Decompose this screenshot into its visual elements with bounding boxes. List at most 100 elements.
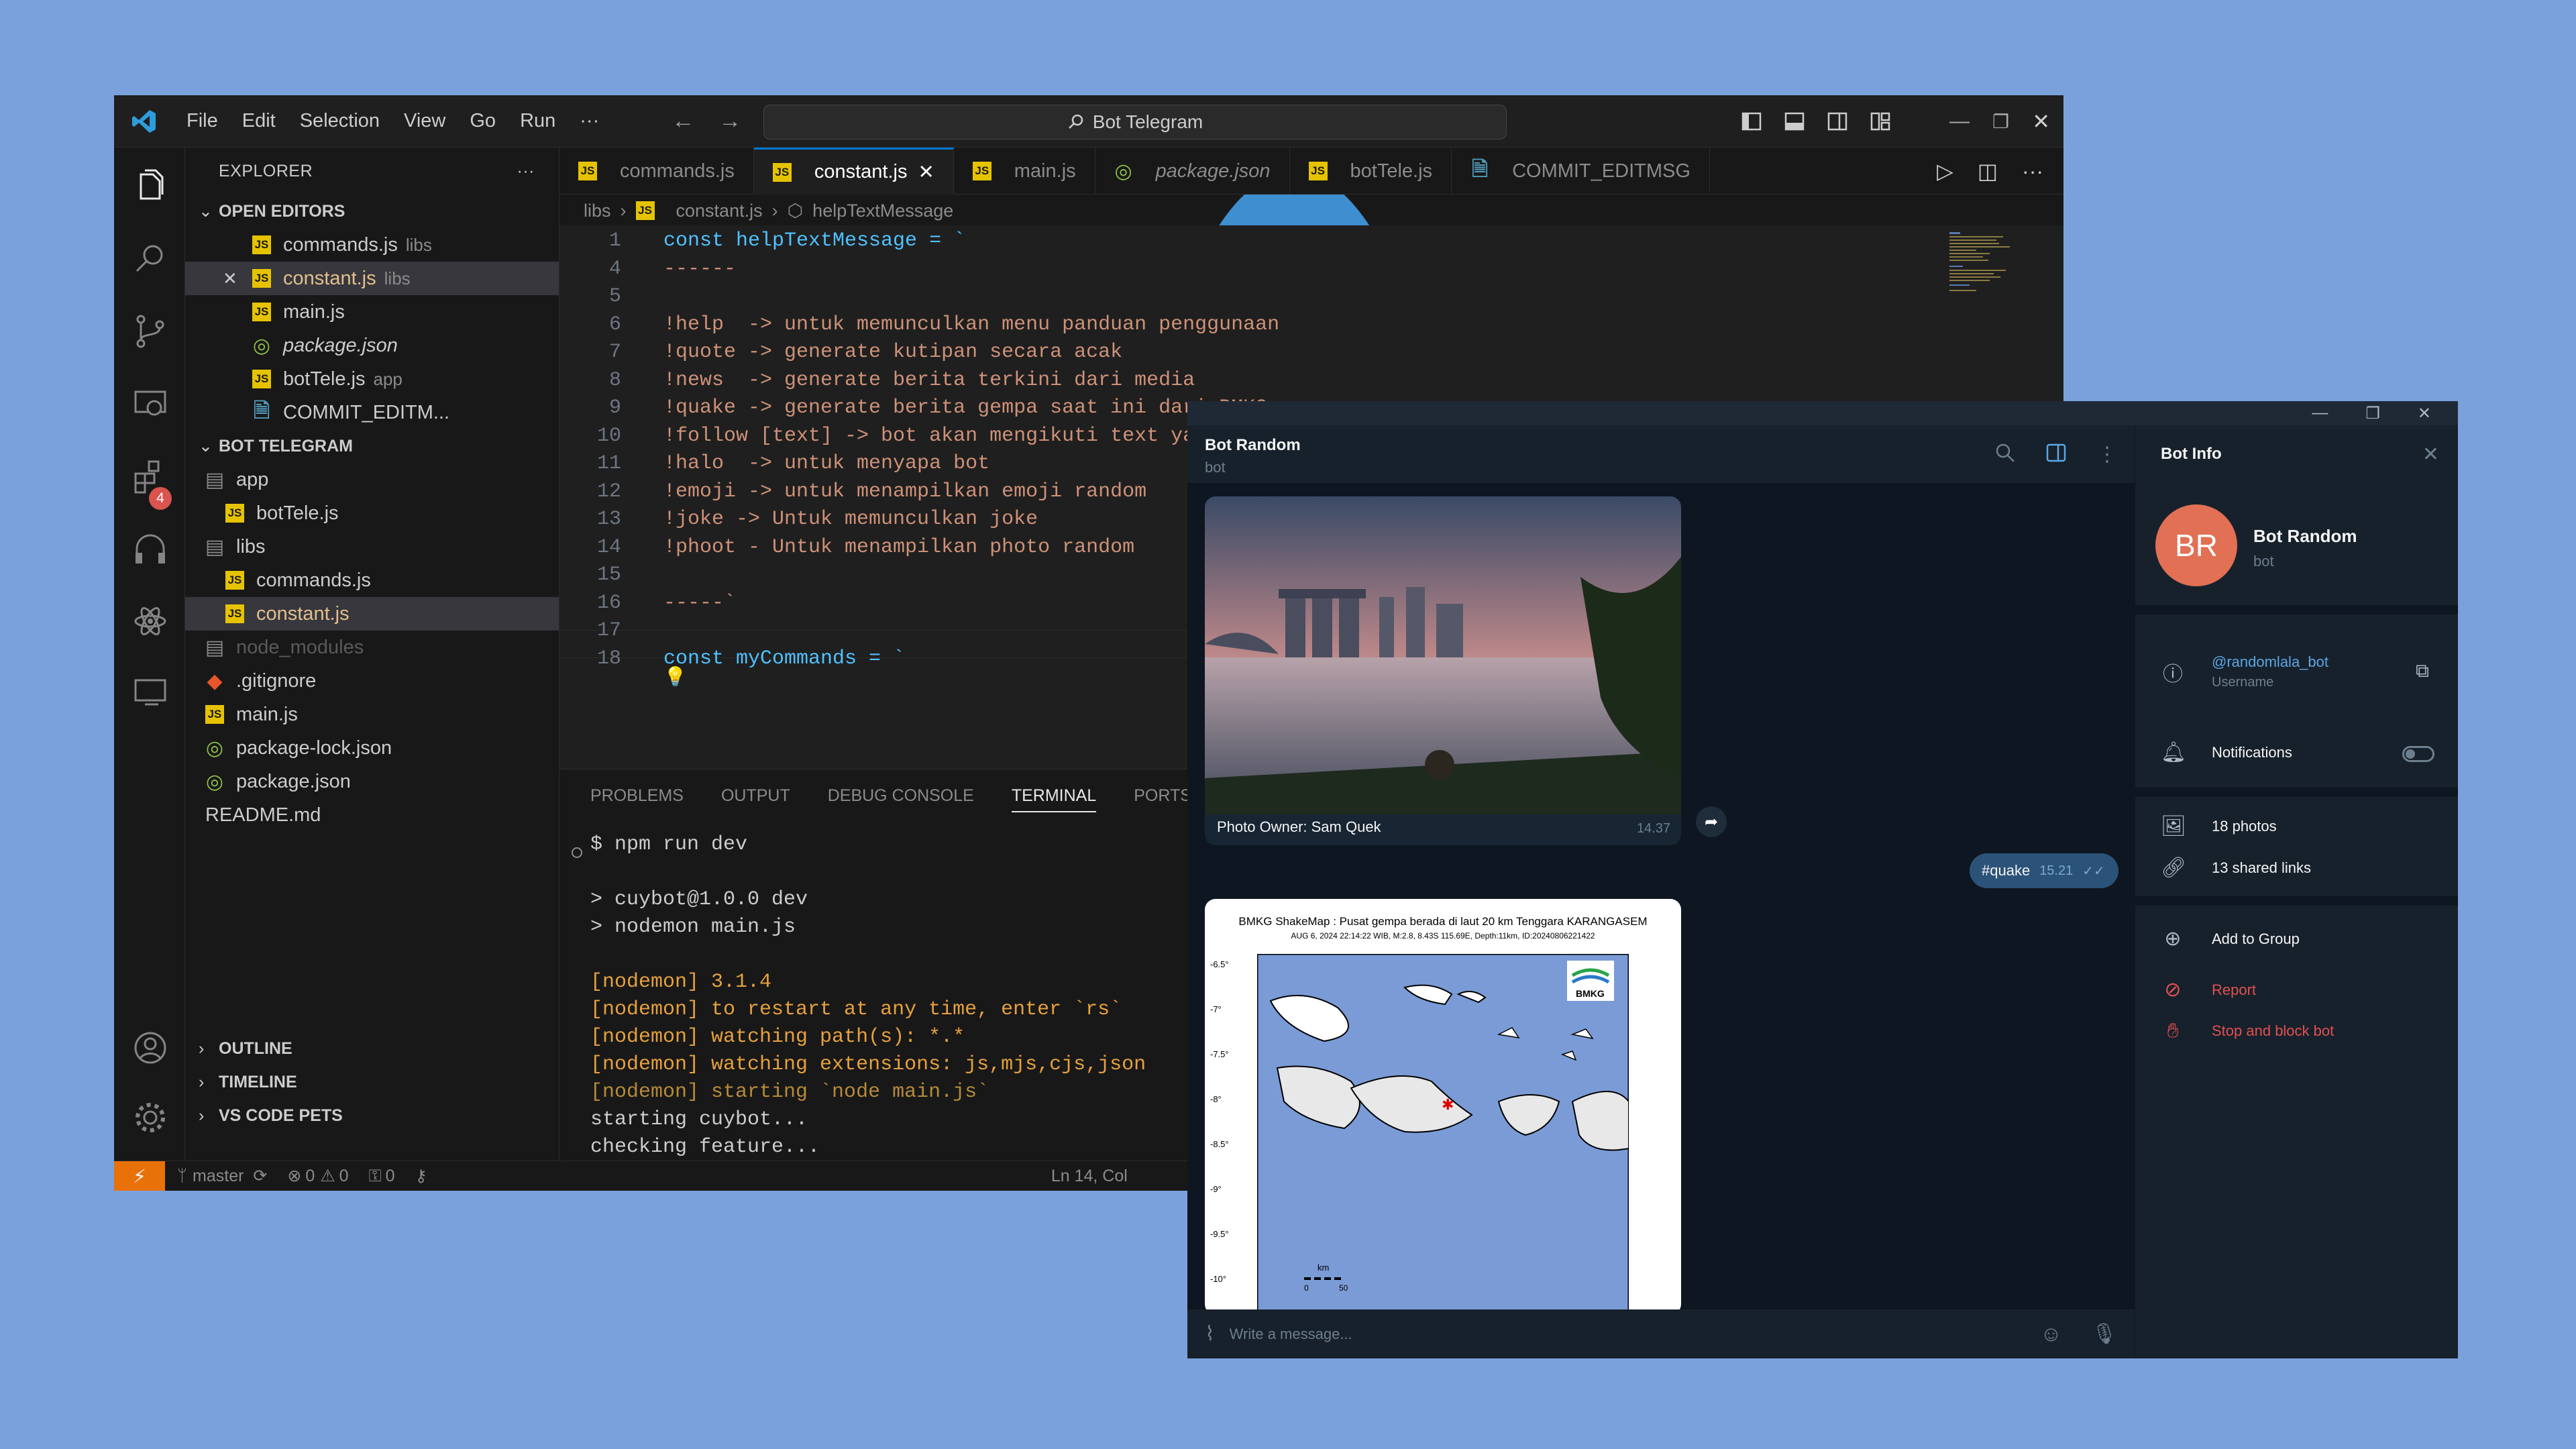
editor-tab[interactable]: JS constant.js ✕ — [753, 148, 954, 195]
ports-count[interactable]: 0 — [386, 1167, 395, 1186]
open-editors-header[interactable]: ⌄ OPEN EDITORS — [185, 195, 559, 228]
terminal-output[interactable]: $ npm run dev > cuybot@1.0.0 dev > nodemon… — [590, 831, 1146, 1191]
file-tree-item[interactable]: ▤ node_modules — [185, 631, 559, 664]
panel-tab[interactable]: TERMINAL — [1011, 786, 1097, 812]
restore-icon[interactable]: ❐ — [2365, 404, 2380, 423]
toggle-sidebar-icon[interactable] — [1741, 112, 1762, 131]
search-icon[interactable] — [1995, 443, 2015, 463]
sync-icon[interactable]: ⟳ — [253, 1166, 267, 1186]
panel-tab[interactable]: DEBUG CONSOLE — [828, 786, 974, 806]
error-count[interactable]: 0 — [305, 1167, 315, 1186]
photo-image[interactable] — [1205, 496, 1681, 814]
shakemap-message[interactable]: BMKG ShakeMap : Pusat gempa berada di la… — [1205, 899, 1681, 1315]
open-editor-item[interactable]: ✕ JS constant.js libs — [185, 262, 559, 295]
close-window-icon[interactable]: ✕ — [2032, 109, 2050, 134]
file-tree-item[interactable]: ◎ package.json — [185, 765, 559, 798]
forward-arrow-icon[interactable]: → — [718, 108, 741, 134]
minimap[interactable] — [1949, 232, 2023, 306]
more-menu-icon[interactable]: ⋮ — [2097, 443, 2117, 466]
panel-tab[interactable]: PORTS — [1134, 786, 1191, 806]
notifications-toggle[interactable] — [2402, 746, 2434, 762]
menu-item[interactable]: Go — [470, 110, 496, 132]
panel-tab[interactable]: OUTPUT — [721, 786, 790, 806]
breadcrumb-item[interactable]: constant.js — [676, 201, 763, 221]
menu-item[interactable]: View — [404, 110, 445, 132]
run-icon[interactable]: ▷ — [1937, 158, 1953, 184]
file-tree-item[interactable]: JS constant.js — [185, 597, 559, 631]
project-header[interactable]: ⌄ BOT TELEGRAM — [185, 429, 559, 463]
username[interactable]: @randomlala_bot — [2212, 653, 2328, 671]
menu-item[interactable]: Run — [520, 110, 555, 132]
warning-count[interactable]: 0 — [339, 1167, 349, 1186]
avatar[interactable]: BR — [2155, 504, 2237, 586]
search-icon[interactable] — [131, 240, 169, 278]
message-input[interactable]: Write a message... — [1230, 1326, 2026, 1343]
notifications-row[interactable]: 🔔︎ Notifications — [2161, 741, 2292, 764]
username-row[interactable]: ⓘ @randomlala_bot Username — [2161, 653, 2328, 690]
back-arrow-icon[interactable]: ← — [672, 108, 694, 134]
microphone-icon[interactable]: 🎙 — [2092, 1322, 2117, 1346]
headphones-icon[interactable] — [131, 530, 169, 568]
file-tree-item[interactable]: JS botTele.js — [185, 496, 559, 530]
split-editor-icon[interactable]: ◫ — [1978, 158, 1998, 184]
tab-more-icon[interactable]: ··· — [2022, 159, 2043, 184]
copy-icon[interactable]: ⧉ — [2416, 660, 2429, 682]
branch-name[interactable]: master — [193, 1167, 244, 1186]
file-tree-item[interactable]: ◆ .gitignore — [185, 664, 559, 698]
photo-message[interactable]: Photo Owner: Sam Quek 14.37 — [1205, 496, 1681, 845]
file-tree-item[interactable]: ▤ app — [185, 463, 559, 496]
account-icon[interactable] — [131, 1029, 169, 1067]
editor-tab[interactable]: JS botTele.js — [1290, 148, 1452, 195]
sidebar-toggle-icon[interactable] — [2046, 443, 2066, 463]
menu-item[interactable]: ··· — [580, 110, 599, 132]
attach-icon[interactable]: ⌇ — [1205, 1322, 1215, 1346]
source-control-icon[interactable] — [131, 313, 169, 350]
customize-layout-icon[interactable] — [1870, 112, 1890, 131]
open-editor-item[interactable]: 🗎 COMMIT_EDITM... — [185, 396, 559, 429]
minimize-icon[interactable]: — — [2312, 404, 2328, 423]
remote-indicator-icon[interactable]: ⚡ — [114, 1161, 165, 1191]
toggle-secondary-sidebar-icon[interactable] — [1827, 112, 1847, 131]
links-row[interactable]: 🔗︎ 13 shared links — [2161, 856, 2311, 879]
menu-item[interactable]: Edit — [242, 110, 276, 132]
react-icon[interactable] — [131, 602, 169, 640]
outgoing-message[interactable]: #quake 15.21 ✓✓ — [1970, 853, 2118, 888]
open-editor-item[interactable]: JS botTele.js app — [185, 362, 559, 396]
block-row[interactable]: ✋︎ Stop and block bot — [2161, 1020, 2334, 1042]
close-window-icon[interactable]: ✕ — [2418, 404, 2431, 423]
breadcrumb-item[interactable]: helpTextMessage — [812, 201, 953, 221]
run-debug-icon[interactable] — [131, 385, 169, 423]
toggle-panel-icon[interactable] — [1784, 112, 1805, 131]
report-row[interactable]: ⊘ Report — [2161, 978, 2256, 1002]
emoji-icon[interactable]: ☺ — [2040, 1322, 2062, 1346]
explorer-icon[interactable] — [131, 168, 169, 205]
open-editor-item[interactable]: ◎ package.json — [185, 329, 559, 362]
menu-item[interactable]: File — [186, 110, 218, 132]
file-tree-item[interactable]: iREADME.md — [185, 172, 1456, 1105]
outline-section[interactable]: › OUTLINE — [185, 1032, 559, 1065]
file-tree-item[interactable]: ◎ package-lock.json — [185, 731, 559, 765]
close-tab-icon[interactable]: ✕ — [918, 160, 934, 184]
timeline-section[interactable]: › TIMELINE — [185, 1065, 559, 1099]
add-group-row[interactable]: ⊕ Add to Group — [2161, 927, 2299, 951]
cursor-position[interactable]: Ln 14, Col — [1051, 1167, 1128, 1186]
close-icon[interactable]: ✕ — [223, 268, 237, 289]
editor-tab[interactable]: ◎ package.json — [1095, 148, 1290, 195]
minimize-icon[interactable]: — — [1949, 110, 1970, 133]
file-tree-item[interactable]: JS main.js — [185, 698, 559, 731]
restore-icon[interactable]: ❐ — [1992, 111, 2009, 133]
more-actions-icon[interactable]: ··· — [517, 162, 535, 181]
settings-gear-icon[interactable] — [131, 1099, 169, 1136]
open-editor-item[interactable]: JS main.js — [185, 295, 559, 329]
panel-tab[interactable]: PROBLEMS — [590, 786, 684, 806]
file-tree-item[interactable]: JS commands.js — [185, 564, 559, 597]
editor-tab[interactable]: JS main.js — [954, 148, 1095, 195]
photos-row[interactable]: 🖼︎ 18 photos — [2161, 814, 2277, 838]
remote-explorer-icon[interactable] — [131, 675, 169, 712]
shakemap-image[interactable]: ✱ BMKG km 0 50 — [1257, 954, 1629, 1315]
open-editor-item[interactable]: JS commands.js libs — [185, 228, 559, 262]
close-info-icon[interactable]: ✕ — [2422, 443, 2439, 466]
chat-header[interactable]: Bot Random bot ⋮ — [1187, 425, 2135, 483]
lightbulb-icon[interactable]: 💡 — [663, 665, 687, 689]
breadcrumb-item[interactable]: libs — [584, 201, 611, 221]
